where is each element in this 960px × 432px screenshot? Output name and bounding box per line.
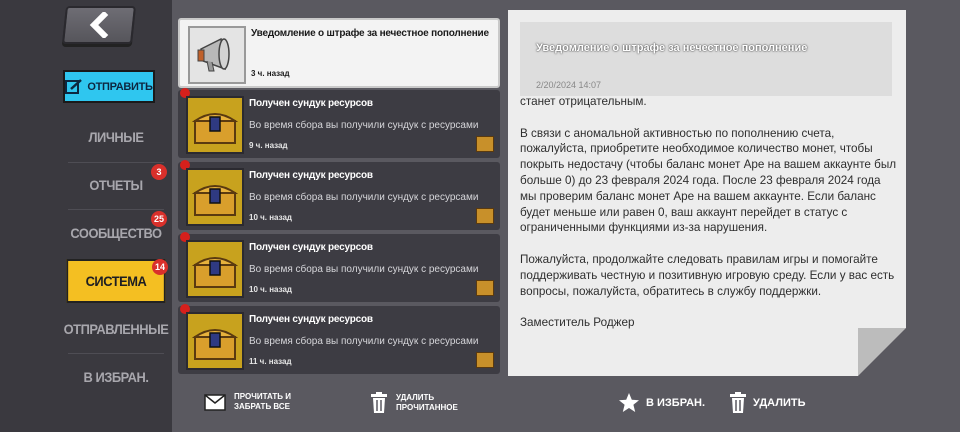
message-detail-panel: Уведомление о штрафе за нечестное пополн… [508,10,906,376]
send-button-label: ОТПРАВИТЬ [87,80,153,93]
chevron-left-icon [89,12,109,38]
detail-paragraph: В связи с аномальной активностью по попо… [520,126,897,235]
message-title: Уведомление о штрафе за нечестное пополн… [251,28,489,39]
sidebar-item-label: СИСТЕМА [85,273,147,289]
detail-signature: Заместитель Роджер [520,316,635,330]
action-label-line2: ЗАБРАТЬ ВСЕ [234,402,290,411]
chest-icon [186,168,244,226]
chest-icon [186,96,244,154]
detail-date: 2/20/2024 14:07 [536,80,602,90]
sidebar-item-personal[interactable]: ЛИЧНЫЕ [66,115,165,159]
message-time: 10 ч. назад [249,285,292,294]
trash-icon [730,392,747,413]
action-label-line1: ПРОЧИТАТЬ И [234,392,291,401]
message-preview: Во время сбора вы получили сундук с ресу… [249,336,479,347]
message-title: Получен сундук ресурсов [249,242,373,253]
megaphone-icon [188,26,246,84]
detail-paragraph: станет отрицательным. [520,95,647,108]
detail-paragraph: Пожалуйста, продолжайте следовать правил… [520,252,895,298]
message-title: Получен сундук ресурсов [249,170,373,181]
sidebar-item-label: ОТПРАВЛЕННЫЕ [63,321,169,337]
message-list: Уведомление о штрафе за нечестное пополн… [178,14,502,374]
detail-body: станет отрицательным. В связи с аномальн… [520,94,900,347]
unread-count-badge: 25 [151,211,167,227]
compose-icon [65,78,83,94]
message-item[interactable]: Получен сундук ресурсов Во время сбора в… [178,88,500,158]
read-and-collect-all-button[interactable]: ПРОЧИТАТЬ И ЗАБРАТЬ ВСЕ [204,392,291,412]
page-curl-decoration [858,328,906,376]
message-time: 11 ч. назад [249,357,292,366]
message-preview: Во время сбора вы получили сундук с ресу… [249,264,479,275]
divider [68,209,164,210]
detail-title: Уведомление о штрафе за нечестное пополн… [536,42,808,54]
chest-icon [476,136,494,152]
chest-icon [186,240,244,298]
detail-actions-bar: В ИЗБРАН. УДАЛИТЬ [618,392,805,414]
favorites-label: В ИЗБРАН. [646,397,706,409]
chest-icon [476,208,494,224]
message-time: 10 ч. назад [249,213,292,222]
add-to-favorites-button[interactable]: В ИЗБРАН. [618,392,705,414]
delete-read-button[interactable]: УДАЛИТЬ ПРОЧИТАННОЕ [370,392,458,414]
message-preview: Во время сбора вы получили сундук с ресу… [249,192,479,203]
message-preview: Во время сбора вы получили сундук с ресу… [249,120,479,131]
delete-label: УДАЛИТЬ [753,397,806,409]
unread-count-badge: 3 [151,164,167,180]
sidebar-item-label: СООБЩЕСТВО [70,225,162,241]
detail-header: Уведомление о штрафе за нечестное пополн… [520,22,892,96]
sidebar-item-label: В ИЗБРАН. [83,369,149,385]
sidebar-item-label: ОТЧЕТЫ [89,177,143,193]
divider [68,353,164,354]
chest-icon [186,312,244,370]
list-actions-bar: ПРОЧИТАТЬ И ЗАБРАТЬ ВСЕ УДАЛИТЬ ПРОЧИТАН… [178,380,502,430]
message-time: 3 ч. назад [251,69,290,78]
sidebar-item-sent[interactable]: ОТПРАВЛЕННЫЕ [64,307,169,351]
message-title: Получен сундук ресурсов [249,98,373,109]
star-icon [619,393,639,412]
sidebar-item-label: ЛИЧНЫЕ [88,129,144,145]
message-item[interactable]: Получен сундук ресурсов Во время сбора в… [178,160,500,230]
message-time: 9 ч. назад [249,141,288,150]
back-button[interactable] [62,6,136,44]
message-item[interactable]: Получен сундук ресурсов Во время сбора в… [178,304,500,374]
message-item-selected[interactable]: Уведомление о штрафе за нечестное пополн… [178,18,500,88]
action-label-line1: УДАЛИТЬ [396,393,435,402]
sidebar-item-system[interactable]: СИСТЕМА [66,259,166,303]
message-item[interactable]: Получен сундук ресурсов Во время сбора в… [178,232,500,302]
send-button[interactable]: ОТПРАВИТЬ [63,70,155,103]
sidebar: ОТПРАВИТЬ ЛИЧНЫЕ ОТЧЕТЫ 3 СООБЩЕСТВО 25 … [0,0,172,432]
sidebar-item-favorites[interactable]: В ИЗБРАН. [66,355,165,399]
envelope-icon [204,394,226,411]
chest-icon [476,280,494,296]
action-label-line2: ПРОЧИТАННОЕ [396,403,458,412]
unread-count-badge: 14 [152,259,168,275]
delete-message-button[interactable]: УДАЛИТЬ [729,392,805,414]
chest-icon [476,352,494,368]
trash-icon [371,392,387,413]
message-title: Получен сундук ресурсов [249,314,373,325]
